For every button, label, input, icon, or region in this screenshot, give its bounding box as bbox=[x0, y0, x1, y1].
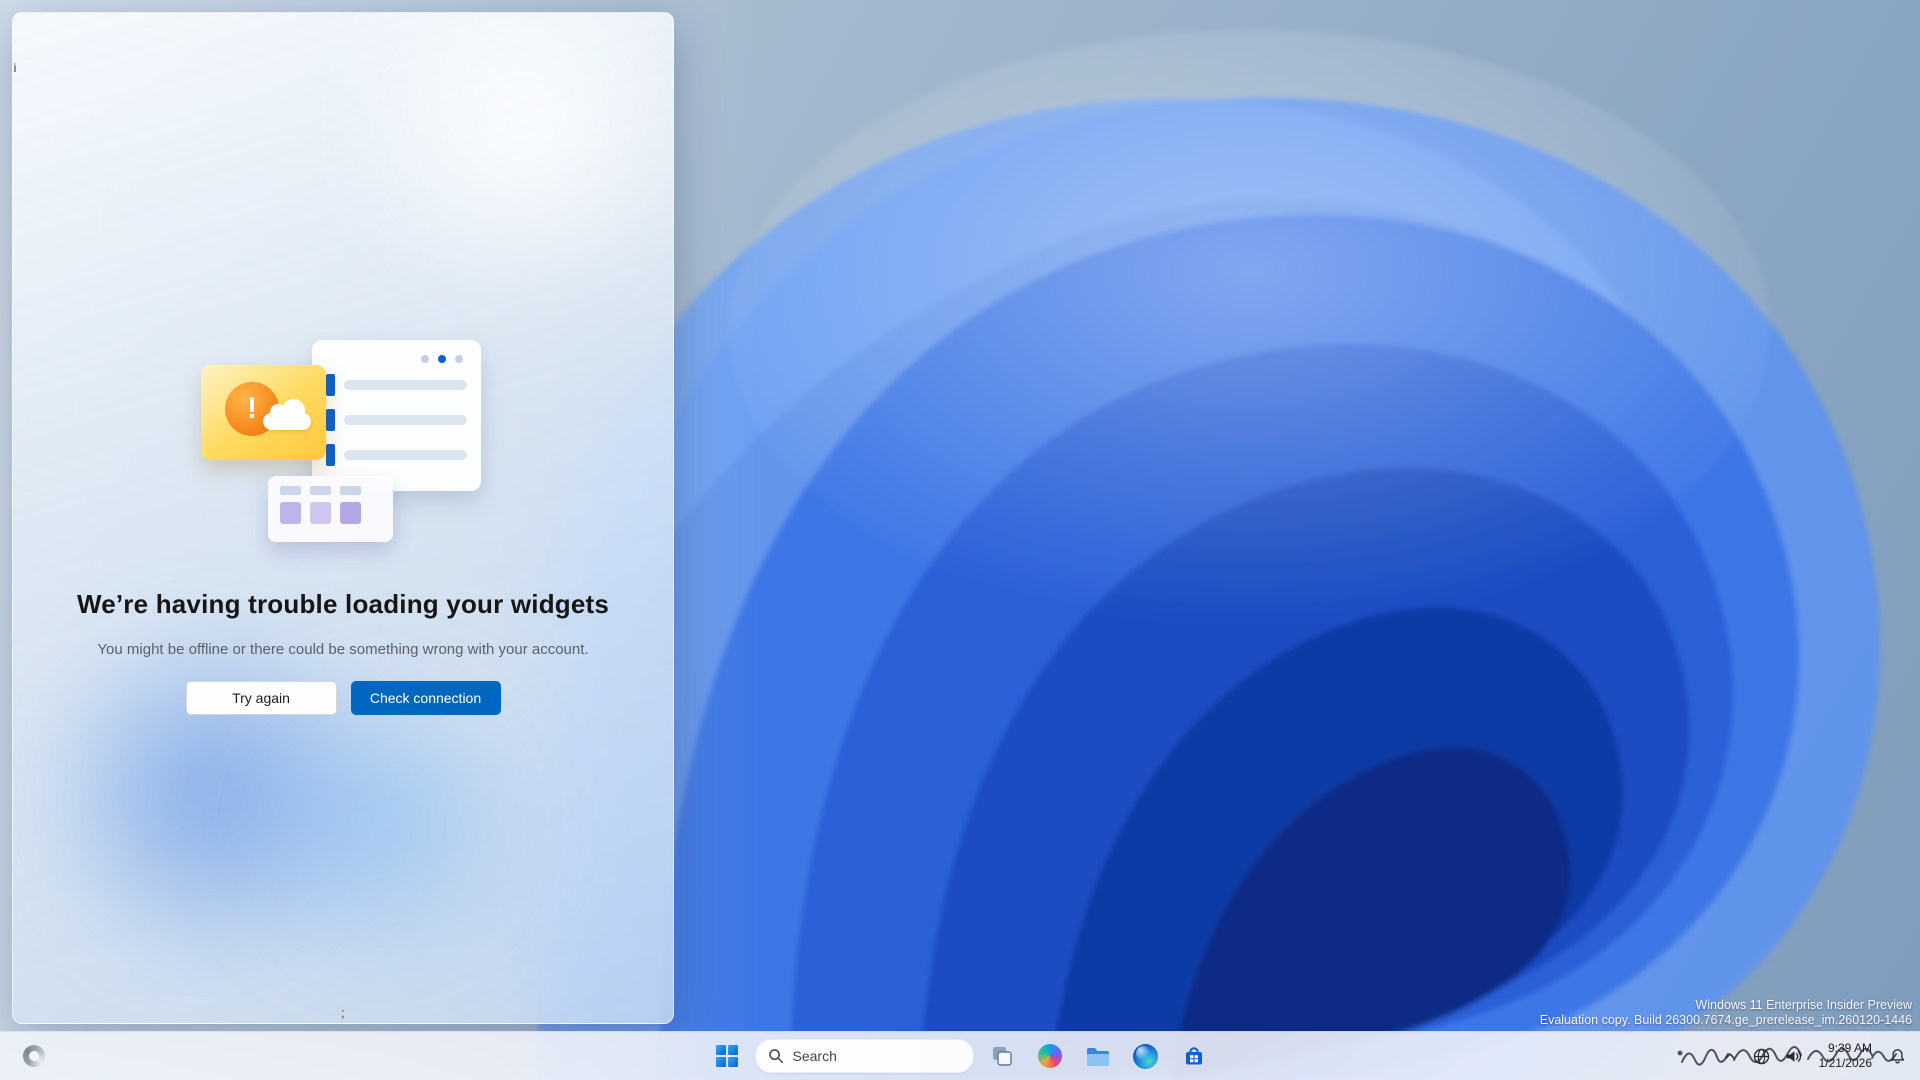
task-view-icon bbox=[990, 1044, 1014, 1068]
card-dots bbox=[312, 340, 481, 374]
list-row bbox=[312, 409, 481, 431]
list-row bbox=[312, 444, 481, 466]
dot-icon bbox=[455, 355, 463, 363]
copilot-icon bbox=[1038, 1044, 1062, 1068]
chevron-up-icon bbox=[1723, 1049, 1737, 1063]
file-explorer-button[interactable] bbox=[1078, 1036, 1118, 1076]
error-subtitle: You might be offline or there could be s… bbox=[43, 641, 643, 658]
try-again-button[interactable]: Try again bbox=[186, 681, 337, 715]
volume-icon bbox=[1784, 1047, 1803, 1066]
edge-button[interactable] bbox=[1126, 1036, 1166, 1076]
edge-icon bbox=[1133, 1044, 1158, 1069]
desktop: Windows 11 Enterprise Insider Preview Ev… bbox=[0, 0, 1920, 1080]
system-tray: 9:39 AM 1/21/2026 bbox=[1715, 1032, 1912, 1080]
search-placeholder: Search bbox=[793, 1048, 837, 1064]
dot-active-icon bbox=[438, 355, 446, 363]
taskbar-center: Search bbox=[0, 1032, 1920, 1080]
watermark-line1: Windows 11 Enterprise Insider Preview bbox=[1540, 998, 1912, 1013]
widget-list-card bbox=[312, 340, 481, 491]
stray-mark-top: ii bbox=[12, 61, 16, 75]
error-title: We’re having trouble loading your widget… bbox=[33, 589, 653, 620]
task-view-button[interactable] bbox=[982, 1036, 1022, 1076]
taskbar: Search bbox=[0, 1031, 1920, 1080]
warning-card: ! bbox=[201, 365, 326, 460]
store-button[interactable] bbox=[1174, 1036, 1214, 1076]
error-actions: Try again Check connection bbox=[13, 681, 673, 715]
start-icon bbox=[716, 1045, 738, 1067]
grid-row-small bbox=[268, 476, 393, 502]
watermark-line2: Evaluation copy. Build 26300.7674.ge_pre… bbox=[1540, 1013, 1912, 1028]
check-connection-button[interactable]: Check connection bbox=[351, 681, 501, 715]
panel-blue-blob bbox=[12, 613, 443, 973]
globe-icon bbox=[1752, 1047, 1771, 1066]
bell-icon bbox=[1888, 1047, 1907, 1066]
panel-cyan-blob bbox=[193, 673, 573, 973]
notifications-button[interactable] bbox=[1882, 1038, 1912, 1074]
start-button[interactable] bbox=[707, 1036, 747, 1076]
list-row bbox=[312, 374, 481, 396]
cloud-icon bbox=[263, 413, 311, 430]
volume-button[interactable] bbox=[1779, 1038, 1809, 1074]
grid-row-tiles bbox=[268, 502, 393, 524]
dot-icon bbox=[421, 355, 429, 363]
search-box[interactable]: Search bbox=[755, 1039, 974, 1073]
file-explorer-icon bbox=[1085, 1043, 1111, 1069]
stray-mark-bottom: ; bbox=[341, 1005, 345, 1020]
clock[interactable]: 9:39 AM 1/21/2026 bbox=[1811, 1041, 1880, 1071]
error-illustration: ! bbox=[13, 13, 673, 573]
widgets-panel: ii ! We bbox=[12, 12, 674, 1024]
widget-grid-card bbox=[268, 476, 393, 542]
network-button[interactable] bbox=[1747, 1038, 1777, 1074]
store-icon bbox=[1182, 1044, 1206, 1068]
clock-date: 1/21/2026 bbox=[1819, 1056, 1872, 1071]
search-icon bbox=[768, 1048, 784, 1064]
hidden-icons-button[interactable] bbox=[1715, 1038, 1745, 1074]
clock-time: 9:39 AM bbox=[1819, 1041, 1872, 1056]
copilot-button[interactable] bbox=[1030, 1036, 1070, 1076]
evaluation-watermark: Windows 11 Enterprise Insider Preview Ev… bbox=[1540, 998, 1912, 1028]
warning-glyph: ! bbox=[247, 392, 257, 426]
